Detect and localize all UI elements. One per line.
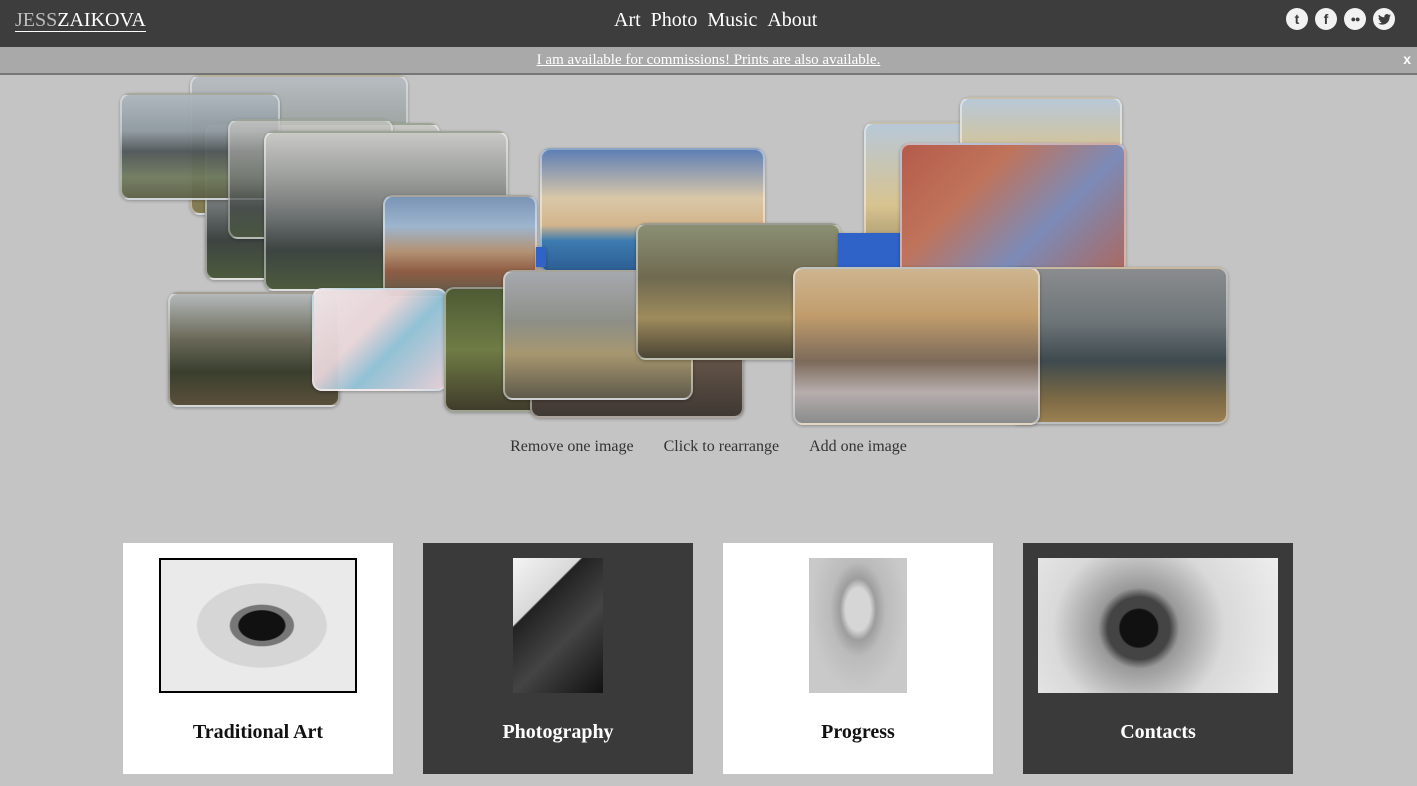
eye-drawing-image (159, 558, 357, 693)
top-bar: JESSZAIKOVA Art Photo Music About t f ●● (0, 0, 1417, 47)
nav-art[interactable]: Art (614, 9, 641, 31)
nav-music[interactable]: Music (707, 9, 757, 31)
collage-controls: Remove one image Click to rearrange Add … (0, 438, 1417, 456)
social-links: t f ●● (1286, 8, 1395, 30)
collage-image[interactable] (838, 233, 908, 267)
card-contacts[interactable]: Contacts (1023, 543, 1293, 774)
rearrange-button[interactable]: Click to rearrange (664, 438, 780, 456)
main-nav: Art Photo Music About (614, 9, 817, 31)
card-photography[interactable]: Photography (423, 543, 693, 774)
add-image-button[interactable]: Add one image (809, 438, 907, 456)
commission-banner: I am available for commissions! Prints a… (0, 47, 1417, 75)
site-logo[interactable]: JESSZAIKOVA (15, 9, 146, 32)
banner-close-button[interactable]: x (1403, 51, 1411, 67)
card-label: Progress (821, 721, 895, 743)
church-photo-image (513, 558, 603, 693)
collage-image[interactable] (793, 267, 1040, 425)
camera-selfie-image (1038, 558, 1278, 693)
collage-image[interactable] (1010, 267, 1228, 424)
logo-first: JESS (15, 9, 58, 31)
remove-image-button[interactable]: Remove one image (510, 438, 634, 456)
nav-about[interactable]: About (767, 9, 817, 31)
commission-link[interactable]: I am available for commissions! Prints a… (0, 52, 1417, 69)
image-collage[interactable] (0, 75, 1417, 435)
card-label: Contacts (1120, 721, 1196, 743)
card-progress[interactable]: Progress (723, 543, 993, 774)
collage-image[interactable] (312, 288, 447, 391)
collage-image[interactable] (536, 247, 546, 267)
nav-photo[interactable]: Photo (651, 9, 698, 31)
flickr-icon[interactable]: ●● (1344, 8, 1366, 30)
twitter-icon[interactable] (1373, 8, 1395, 30)
logo-last: ZAIKOVA (57, 9, 146, 31)
card-traditional-art[interactable]: Traditional Art (123, 543, 393, 774)
portrait-sketch-image (809, 558, 907, 693)
card-label: Traditional Art (192, 721, 324, 743)
tumblr-icon[interactable]: t (1286, 8, 1308, 30)
card-label: Photography (502, 721, 614, 743)
facebook-icon[interactable]: f (1315, 8, 1337, 30)
